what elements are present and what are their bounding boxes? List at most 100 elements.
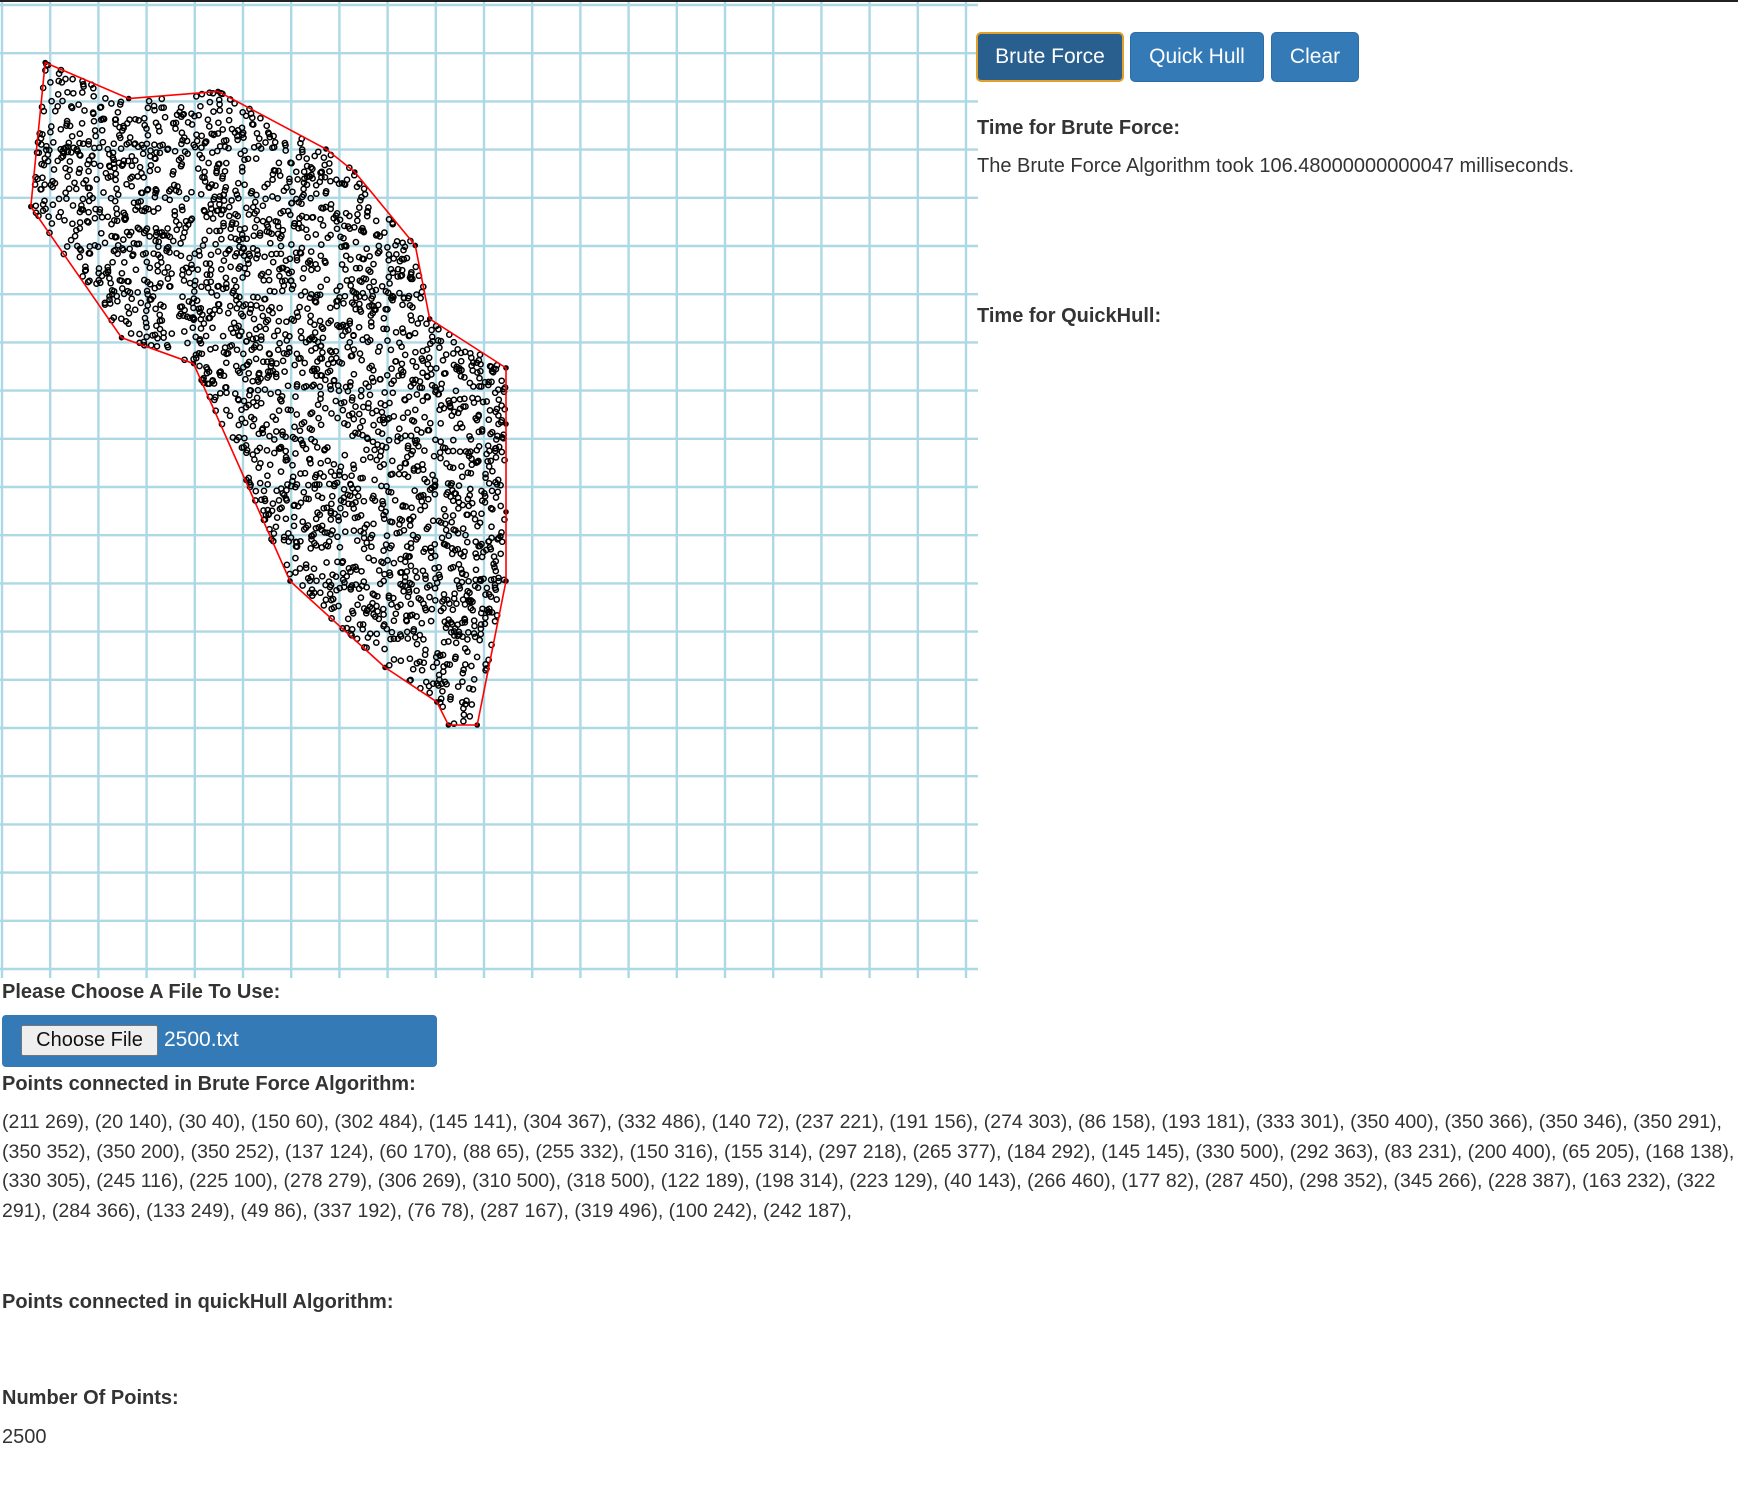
brute-force-points-heading: Points connected in Brute Force Algorith… — [2, 1073, 416, 1095]
data-point — [299, 274, 307, 282]
data-point — [91, 127, 99, 134]
data-point — [449, 350, 457, 357]
clear-button[interactable]: Clear — [1271, 32, 1359, 82]
data-point — [61, 216, 68, 224]
choose-file-button[interactable]: Choose File — [21, 1025, 158, 1056]
data-point — [292, 554, 299, 562]
data-point — [76, 130, 84, 138]
data-point — [317, 421, 325, 429]
data-point — [252, 155, 260, 162]
data-point — [118, 285, 126, 292]
data-point — [222, 274, 230, 282]
data-point — [341, 451, 349, 459]
data-point — [224, 309, 232, 317]
data-point — [352, 403, 359, 410]
data-point — [397, 657, 405, 665]
data-point — [368, 543, 375, 551]
data-point — [292, 393, 299, 400]
data-point — [283, 318, 290, 326]
data-point — [461, 661, 469, 668]
data-point — [304, 233, 311, 241]
data-point — [314, 401, 322, 409]
data-point — [307, 312, 315, 320]
data-point — [466, 379, 474, 387]
data-point — [321, 173, 329, 181]
data-point — [319, 349, 326, 356]
data-point — [54, 157, 62, 165]
data-point — [399, 301, 406, 309]
data-point — [370, 421, 377, 429]
data-point — [264, 472, 271, 480]
data-point — [188, 188, 195, 196]
data-point — [350, 370, 358, 378]
data-point — [266, 461, 274, 469]
data-point — [327, 177, 334, 185]
data-point — [113, 205, 120, 212]
data-point — [388, 457, 396, 465]
data-point — [459, 525, 467, 532]
data-point — [378, 408, 386, 416]
data-point — [312, 231, 320, 238]
data-point — [322, 596, 330, 604]
data-point — [178, 129, 186, 137]
data-point — [156, 325, 164, 333]
data-point — [151, 141, 158, 149]
data-point — [316, 589, 324, 597]
data-point — [57, 125, 65, 133]
data-point — [67, 236, 75, 244]
data-point — [458, 463, 465, 470]
data-point — [353, 537, 361, 544]
data-point — [114, 297, 121, 305]
data-point — [367, 453, 374, 461]
data-point — [198, 132, 206, 140]
data-point — [360, 185, 368, 193]
data-point — [328, 500, 335, 508]
data-point — [245, 369, 253, 377]
data-point — [408, 504, 415, 512]
data-point — [127, 330, 135, 337]
data-point — [275, 497, 283, 504]
data-point — [311, 152, 319, 160]
data-point — [498, 448, 506, 456]
data-point — [137, 299, 145, 307]
data-point — [411, 329, 419, 337]
data-point — [226, 412, 234, 420]
file-input[interactable]: Choose File 2500.txt — [2, 1015, 437, 1067]
data-point — [428, 605, 436, 613]
data-point — [419, 461, 426, 468]
data-point — [355, 323, 363, 331]
data-point — [492, 454, 500, 461]
brute-force-button[interactable]: Brute Force — [976, 32, 1124, 82]
data-point — [296, 303, 303, 311]
data-point — [186, 279, 194, 287]
data-point — [136, 330, 143, 338]
data-point — [492, 494, 500, 501]
data-point — [414, 320, 422, 327]
hull-plot[interactable] — [0, 2, 978, 978]
data-point — [318, 572, 326, 580]
data-point — [243, 270, 251, 278]
hull-canvas[interactable] — [0, 2, 978, 978]
data-point — [360, 497, 368, 505]
data-point — [205, 123, 213, 130]
data-point — [154, 267, 162, 275]
point-count-heading: Number Of Points: — [2, 1387, 179, 1409]
data-point — [209, 324, 216, 332]
data-point — [90, 117, 98, 125]
data-point — [201, 168, 208, 176]
data-point — [355, 410, 363, 418]
data-point — [147, 161, 155, 169]
data-point — [32, 202, 40, 210]
brute-force-points-list: (211 269), (20 140), (30 40), (150 60), … — [2, 1111, 1735, 1223]
data-point — [253, 402, 260, 410]
data-point — [75, 101, 82, 108]
quick-hull-button[interactable]: Quick Hull — [1130, 32, 1264, 82]
data-point — [455, 561, 463, 568]
data-point — [265, 216, 273, 223]
data-point — [197, 102, 204, 110]
data-point — [197, 190, 205, 198]
data-point — [418, 666, 426, 674]
data-point — [99, 138, 107, 146]
data-point — [458, 473, 466, 481]
data-point — [204, 284, 212, 292]
